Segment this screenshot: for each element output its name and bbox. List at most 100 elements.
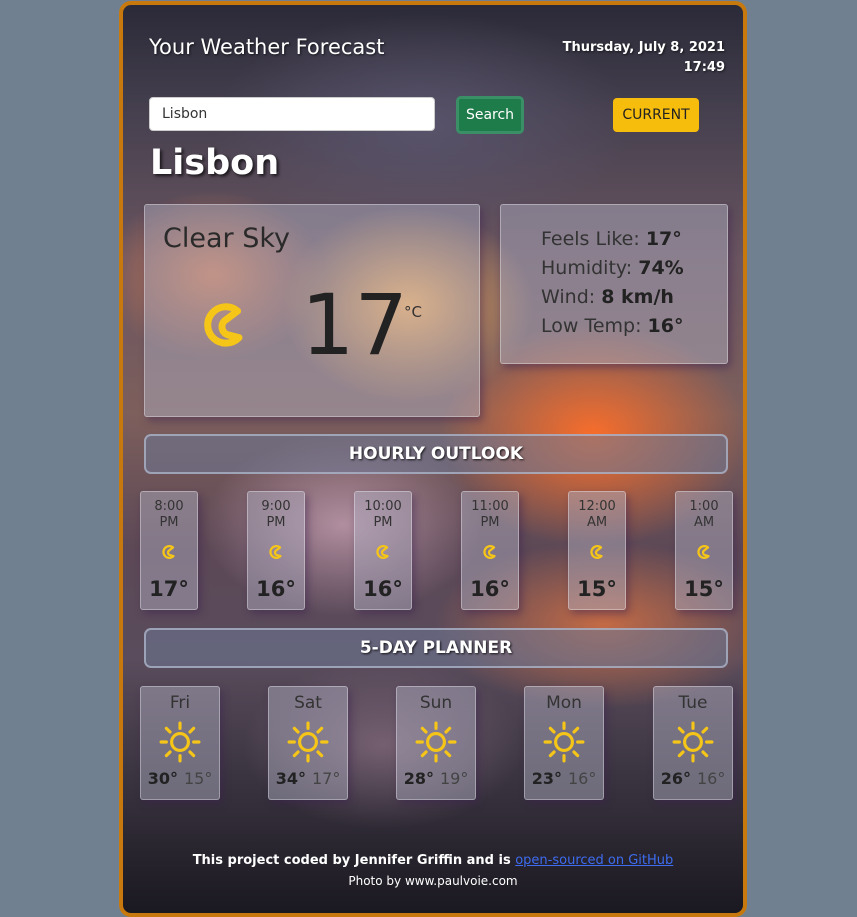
city-search-input[interactable]: [149, 97, 435, 131]
five-day-planner-heading: 5-DAY PLANNER: [144, 628, 728, 668]
current-location-button[interactable]: CURRENT: [613, 98, 699, 132]
day-high: 34°: [275, 769, 306, 788]
day-low: 16°: [696, 769, 726, 788]
day-high: 26°: [660, 769, 691, 788]
day-high: 30°: [147, 769, 178, 788]
current-time: 17:49: [683, 60, 725, 75]
day-high: 23°: [531, 769, 562, 788]
humidity-row: Humidity: 74%: [541, 254, 684, 283]
current-weather-card: Clear Sky 17 °C: [144, 204, 480, 417]
moon-icon: [267, 543, 285, 561]
daily-card: Tue 26° 16°: [653, 686, 733, 800]
hour-temperature: 15°: [577, 577, 617, 601]
day-low: 15°: [183, 769, 213, 788]
daily-card: Sun 28° 19°: [396, 686, 476, 800]
hour-ampm: PM: [266, 515, 286, 530]
low-temp-row: Low Temp: 16°: [541, 312, 684, 341]
day-temperatures: 23° 16°: [525, 769, 603, 788]
day-temperatures: 30° 15°: [141, 769, 219, 788]
moon-icon: [588, 543, 606, 561]
hour-ampm: PM: [480, 515, 500, 530]
hourly-card: 8:00 PM 17°: [140, 491, 198, 610]
hour-temperature: 15°: [684, 577, 724, 601]
hour-clock: 8:00: [154, 499, 184, 514]
feels-like-value: 17°: [645, 228, 682, 250]
hour-temperature: 16°: [256, 577, 296, 601]
current-date: Thursday, July 8, 2021: [562, 40, 725, 55]
day-high: 28°: [403, 769, 434, 788]
day-low: 16°: [567, 769, 597, 788]
day-name: Sat: [294, 693, 322, 713]
moon-icon: [695, 543, 713, 561]
hourly-card: 10:00 PM 16°: [354, 491, 412, 610]
hour-clock: 11:00: [471, 499, 509, 514]
sun-icon: [543, 721, 585, 763]
low-temp-value: 16°: [647, 315, 684, 337]
hour-ampm: PM: [159, 515, 179, 530]
hour-ampm: PM: [373, 515, 393, 530]
hourly-card: 12:00 AM 15°: [568, 491, 626, 610]
hour-time: 11:00 PM: [462, 499, 518, 531]
low-temp-label: Low Temp:: [541, 315, 642, 337]
sun-icon: [159, 721, 201, 763]
app-title: Your Weather Forecast: [149, 35, 385, 59]
hour-time: 1:00 AM: [676, 499, 732, 531]
temperature-unit[interactable]: °C: [404, 303, 422, 321]
date-time: Thursday, July 8, 2021 17:49: [563, 38, 725, 78]
hourly-card: 11:00 PM 16°: [461, 491, 519, 610]
day-name: Mon: [546, 693, 582, 713]
hour-temperature: 16°: [363, 577, 403, 601]
day-temperatures: 26° 16°: [654, 769, 732, 788]
moon-icon: [160, 543, 178, 561]
day-name: Tue: [678, 693, 708, 713]
weather-details: Feels Like: 17° Humidity: 74% Wind: 8 km…: [541, 225, 684, 341]
weather-app: Your Weather Forecast Thursday, July 8, …: [119, 1, 747, 917]
hour-temperature: 16°: [470, 577, 510, 601]
day-name: Sun: [419, 693, 453, 713]
feels-like-row: Feels Like: 17°: [541, 225, 684, 254]
weather-details-card: Feels Like: 17° Humidity: 74% Wind: 8 km…: [500, 204, 728, 364]
hourly-card: 9:00 PM 16°: [247, 491, 305, 610]
hour-time: 9:00 PM: [248, 499, 304, 531]
photo-credit: Photo by www.paulvoie.com: [348, 874, 518, 888]
daily-card: Sat 34° 17°: [268, 686, 348, 800]
hour-clock: 12:00: [578, 499, 616, 514]
hour-clock: 10:00: [364, 499, 402, 514]
weather-condition: Clear Sky: [163, 223, 290, 254]
hour-clock: 1:00: [689, 499, 719, 514]
wind-label: Wind:: [541, 286, 596, 308]
city-name: Lisbon: [150, 143, 280, 183]
sun-icon: [287, 721, 329, 763]
moon-icon: [374, 543, 392, 561]
footer-credit: This project coded by Jennifer Griffin a…: [123, 850, 743, 871]
wind-value: 8 km/h: [601, 286, 674, 308]
hour-time: 12:00 AM: [569, 499, 625, 531]
hourly-outlook-heading: HOURLY OUTLOOK: [144, 434, 728, 474]
hour-temperature: 17°: [149, 577, 189, 601]
hour-ampm: AM: [693, 515, 715, 530]
moon-icon: [197, 297, 253, 353]
credit-text: This project coded by Jennifer Griffin a…: [192, 853, 516, 868]
sun-icon: [672, 721, 714, 763]
daily-card: Mon 23° 16°: [524, 686, 604, 800]
hour-clock: 9:00: [261, 499, 291, 514]
daily-card: Fri 30° 15°: [140, 686, 220, 800]
hour-time: 10:00 PM: [355, 499, 411, 531]
day-low: 19°: [439, 769, 469, 788]
day-temperatures: 34° 17°: [269, 769, 347, 788]
footer: This project coded by Jennifer Griffin a…: [123, 850, 743, 892]
humidity-label: Humidity:: [541, 257, 633, 279]
hour-ampm: AM: [586, 515, 608, 530]
day-name: Fri: [169, 693, 191, 713]
day-temperatures: 28° 19°: [397, 769, 475, 788]
feels-like-label: Feels Like:: [541, 228, 640, 250]
search-button[interactable]: Search: [456, 96, 524, 134]
hourly-card: 1:00 AM 15°: [675, 491, 733, 610]
wind-row: Wind: 8 km/h: [541, 283, 684, 312]
sun-icon: [415, 721, 457, 763]
current-temperature: 17: [301, 276, 408, 374]
day-low: 17°: [311, 769, 341, 788]
moon-icon: [481, 543, 499, 561]
github-link[interactable]: open-sourced on GitHub: [515, 853, 673, 868]
hour-time: 8:00 PM: [141, 499, 197, 531]
